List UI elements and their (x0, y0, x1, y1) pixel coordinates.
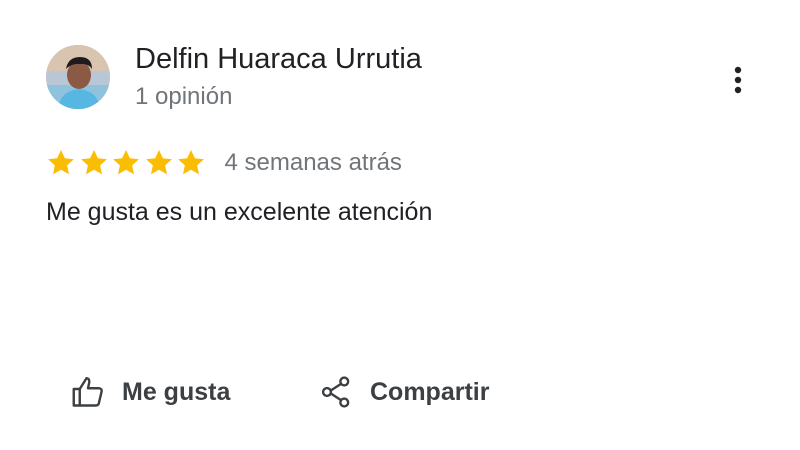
author-name[interactable]: Delfin Huaraca Urrutia (135, 41, 422, 77)
share-icon (321, 376, 350, 408)
author-avatar[interactable] (46, 45, 110, 109)
more-options-button[interactable] (718, 60, 758, 100)
rating-row: 4 semanas atrás (46, 146, 402, 180)
review-date: 4 semanas atrás (224, 149, 402, 176)
more-vert-icon (734, 66, 742, 94)
share-button[interactable]: Compartir (318, 372, 489, 412)
star-icon (178, 150, 204, 175)
star-icon (80, 150, 107, 175)
review-text: Me gusta es un excelente atención (46, 198, 433, 226)
share-button-label: Compartir (370, 378, 490, 406)
star-icon (113, 150, 139, 175)
star-rating (46, 148, 209, 178)
like-button-label: Me gusta (122, 378, 231, 406)
review-card: Delfin Huaraca Urrutia 1 opinión 4 seman… (0, 0, 800, 450)
star-icon (145, 150, 172, 175)
author-review-count: 1 opinión (135, 83, 233, 110)
star-icon (48, 150, 74, 175)
like-button[interactable]: Me gusta (70, 372, 230, 412)
user-photo-avatar-icon (46, 45, 110, 109)
thumb-up-icon (72, 377, 103, 407)
